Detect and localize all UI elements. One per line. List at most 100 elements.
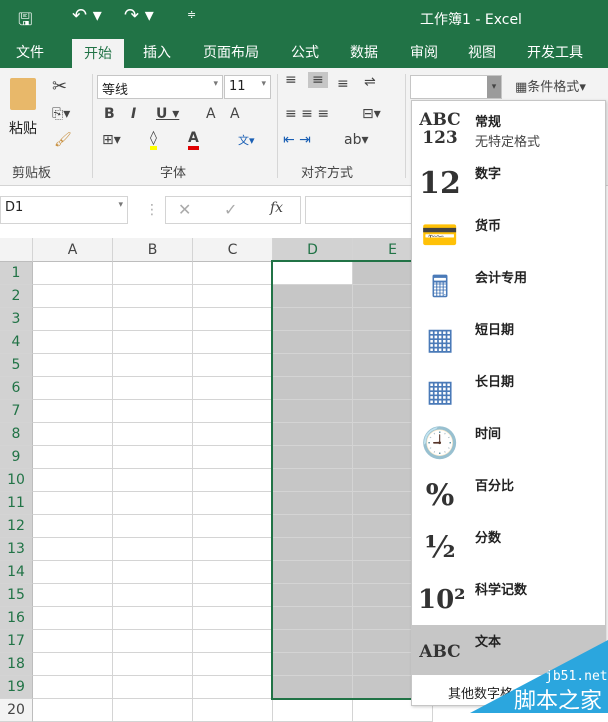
font-size-select[interactable]: 11 ▾ xyxy=(224,75,271,99)
tab-view[interactable]: 视图 xyxy=(468,42,496,62)
row-header-5[interactable]: 5 xyxy=(0,354,33,377)
cell-A9[interactable] xyxy=(33,446,113,469)
cell-A20[interactable] xyxy=(33,699,113,722)
align-left-icon[interactable]: ≡ ≡ ≡ xyxy=(285,106,329,122)
row-header-9[interactable]: 9 xyxy=(0,446,33,469)
format-option-8[interactable]: ½ 分数 xyxy=(412,521,605,573)
cell-A10[interactable] xyxy=(33,469,113,492)
phonetic-icon[interactable]: 文▾ xyxy=(238,132,255,148)
row-header-7[interactable]: 7 xyxy=(0,400,33,423)
cell-A14[interactable] xyxy=(33,561,113,584)
format-painter-icon[interactable]: 🖌 xyxy=(54,132,72,148)
row-header-14[interactable]: 14 xyxy=(0,561,33,584)
copy-icon[interactable]: ⎘▾ xyxy=(52,106,70,122)
merge-center-icon[interactable]: ⊟▾ xyxy=(362,106,381,122)
row-header-2[interactable]: 2 xyxy=(0,285,33,308)
font-color-icon[interactable]: A xyxy=(188,130,199,150)
cell-B11[interactable] xyxy=(113,492,193,515)
column-header-D[interactable]: D xyxy=(273,238,353,262)
save-icon[interactable]: 🖫 xyxy=(18,7,32,36)
tab-formulas[interactable]: 公式 xyxy=(291,42,319,62)
tab-home[interactable]: 开始 xyxy=(72,39,124,68)
cell-C9[interactable] xyxy=(193,446,273,469)
cell-B14[interactable] xyxy=(113,561,193,584)
cell-C5[interactable] xyxy=(193,354,273,377)
cell-B12[interactable] xyxy=(113,515,193,538)
wrap-text-icon[interactable]: ⇌ xyxy=(364,74,376,90)
row-header-13[interactable]: 13 xyxy=(0,538,33,561)
row-header-19[interactable]: 19 xyxy=(0,676,33,699)
paste-icon[interactable] xyxy=(10,78,36,110)
format-option-5[interactable]: ▦ 长日期 xyxy=(412,365,605,417)
underline-icon[interactable]: U ▾ xyxy=(156,106,179,122)
cell-B17[interactable] xyxy=(113,630,193,653)
cell-C6[interactable] xyxy=(193,377,273,400)
row-header-16[interactable]: 16 xyxy=(0,607,33,630)
cell-A1[interactable] xyxy=(33,262,113,285)
cell-C4[interactable] xyxy=(193,331,273,354)
cell-C17[interactable] xyxy=(193,630,273,653)
tab-file[interactable]: 文件 xyxy=(16,42,44,62)
row-header-8[interactable]: 8 xyxy=(0,423,33,446)
bold-icon[interactable]: B xyxy=(104,106,115,122)
cell-C8[interactable] xyxy=(193,423,273,446)
cell-C10[interactable] xyxy=(193,469,273,492)
cell-B3[interactable] xyxy=(113,308,193,331)
cell-A18[interactable] xyxy=(33,653,113,676)
insert-function-icon[interactable]: fx xyxy=(270,200,283,216)
cell-A16[interactable] xyxy=(33,607,113,630)
cell-B13[interactable] xyxy=(113,538,193,561)
decrease-indent-icon[interactable]: ⇤ ⇥ xyxy=(283,132,311,148)
cell-B2[interactable] xyxy=(113,285,193,308)
cell-C15[interactable] xyxy=(193,584,273,607)
cell-A19[interactable] xyxy=(33,676,113,699)
format-option-0[interactable]: ABC 123 常规 无特定格式 xyxy=(412,105,605,157)
cell-A15[interactable] xyxy=(33,584,113,607)
format-option-3[interactable]: 🖩 会计专用 xyxy=(412,261,605,313)
cell-C13[interactable] xyxy=(193,538,273,561)
cell-D20[interactable] xyxy=(273,699,353,722)
cell-C18[interactable] xyxy=(193,653,273,676)
increase-font-icon[interactable]: A xyxy=(206,106,216,122)
borders-icon[interactable]: ⊞▾ xyxy=(102,132,121,148)
cell-A2[interactable] xyxy=(33,285,113,308)
orientation-icon[interactable]: ab▾ xyxy=(344,132,369,148)
italic-icon[interactable]: I xyxy=(131,106,136,122)
row-header-6[interactable]: 6 xyxy=(0,377,33,400)
align-top-icon[interactable]: ≡ xyxy=(285,72,297,88)
cancel-icon[interactable]: ✕ xyxy=(178,200,191,219)
conditional-format-button[interactable]: ▦条件格式▾ xyxy=(515,76,586,95)
tab-developer[interactable]: 开发工具 xyxy=(527,42,583,62)
cell-B18[interactable] xyxy=(113,653,193,676)
tab-data[interactable]: 数据 xyxy=(350,42,378,62)
cut-icon[interactable]: ✂ xyxy=(52,76,67,97)
tab-review[interactable]: 审阅 xyxy=(410,42,438,62)
row-header-12[interactable]: 12 xyxy=(0,515,33,538)
cell-C16[interactable] xyxy=(193,607,273,630)
cell-C1[interactable] xyxy=(193,262,273,285)
cell-B20[interactable] xyxy=(113,699,193,722)
cell-B8[interactable] xyxy=(113,423,193,446)
cell-B19[interactable] xyxy=(113,676,193,699)
name-box[interactable]: D1 ▾ xyxy=(0,196,128,224)
cell-A3[interactable] xyxy=(33,308,113,331)
cell-A8[interactable] xyxy=(33,423,113,446)
cell-B6[interactable] xyxy=(113,377,193,400)
row-header-4[interactable]: 4 xyxy=(0,331,33,354)
formula-input[interactable] xyxy=(305,196,425,224)
format-option-1[interactable]: 12 数字 xyxy=(412,157,605,209)
column-header-A[interactable]: A xyxy=(33,238,113,262)
tab-insert[interactable]: 插入 xyxy=(143,42,171,62)
cell-B9[interactable] xyxy=(113,446,193,469)
format-option-7[interactable]: % 百分比 xyxy=(412,469,605,521)
row-header-11[interactable]: 11 xyxy=(0,492,33,515)
cell-C3[interactable] xyxy=(193,308,273,331)
cell-C20[interactable] xyxy=(193,699,273,722)
cell-B1[interactable] xyxy=(113,262,193,285)
column-header-B[interactable]: B xyxy=(113,238,193,262)
format-option-9[interactable]: 10² 科学记数 xyxy=(412,573,605,625)
cell-B15[interactable] xyxy=(113,584,193,607)
row-header-10[interactable]: 10 xyxy=(0,469,33,492)
row-header-20[interactable]: 20 xyxy=(0,699,33,722)
cell-C19[interactable] xyxy=(193,676,273,699)
